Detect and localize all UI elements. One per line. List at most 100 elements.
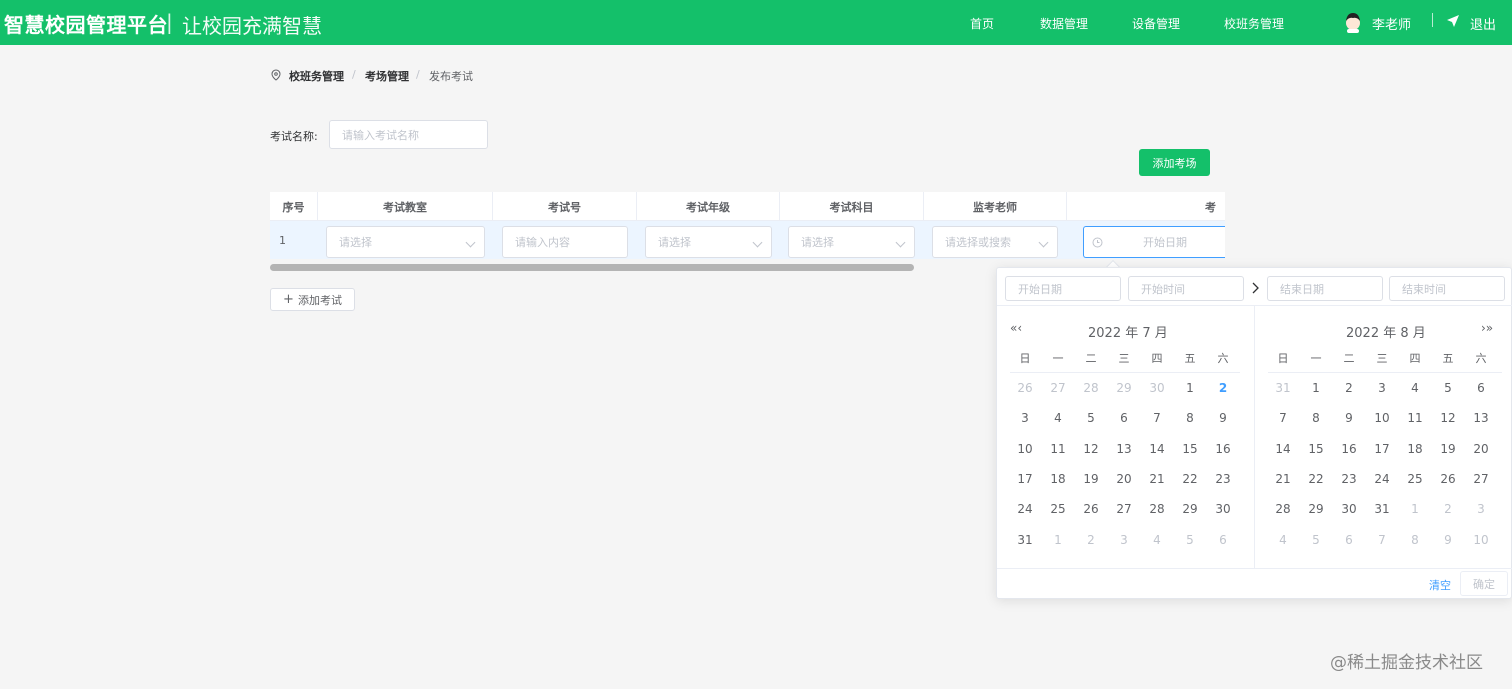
user-name[interactable]: 李老师 xyxy=(1372,14,1411,33)
left-calendar-day[interactable]: 5 xyxy=(1175,533,1205,547)
right-calendar-day[interactable]: 7 xyxy=(1268,411,1298,425)
left-calendar-day[interactable]: 28 xyxy=(1076,381,1106,395)
logout-link[interactable]: 退出 xyxy=(1470,14,1496,33)
right-calendar-day[interactable]: 6 xyxy=(1334,533,1364,547)
right-calendar-day[interactable]: 27 xyxy=(1466,472,1496,486)
left-calendar-day[interactable]: 26 xyxy=(1010,381,1040,395)
right-calendar-day[interactable]: 1 xyxy=(1301,381,1331,395)
picker-end-time-input[interactable]: 结束时间 xyxy=(1389,276,1505,301)
left-calendar-day[interactable]: 22 xyxy=(1175,472,1205,486)
left-calendar-day[interactable]: 29 xyxy=(1109,381,1139,395)
right-calendar-day[interactable]: 3 xyxy=(1367,381,1397,395)
left-calendar-day[interactable]: 27 xyxy=(1109,502,1139,516)
left-calendar-day[interactable]: 26 xyxy=(1076,502,1106,516)
left-calendar-day[interactable]: 17 xyxy=(1010,472,1040,486)
left-calendar-day[interactable]: 18 xyxy=(1043,472,1073,486)
right-calendar-day[interactable]: 18 xyxy=(1400,442,1430,456)
right-calendar-day[interactable]: 20 xyxy=(1466,442,1496,456)
right-calendar-day[interactable]: 14 xyxy=(1268,442,1298,456)
left-calendar-day[interactable]: 6 xyxy=(1208,533,1238,547)
left-calendar-day[interactable]: 3 xyxy=(1109,533,1139,547)
exam-number-input[interactable]: 请输入内容 xyxy=(502,226,628,258)
left-calendar-day[interactable]: 15 xyxy=(1175,442,1205,456)
subject-select[interactable]: 请选择 xyxy=(788,226,915,258)
right-calendar-day[interactable]: 22 xyxy=(1301,472,1331,486)
right-calendar-day[interactable]: 3 xyxy=(1466,502,1496,516)
right-calendar-day[interactable]: 31 xyxy=(1268,381,1298,395)
left-calendar-day[interactable]: 28 xyxy=(1142,502,1172,516)
clear-button[interactable]: 清空 xyxy=(1429,577,1451,593)
picker-end-date-input[interactable]: 结束日期 xyxy=(1267,276,1383,301)
right-calendar-day[interactable]: 10 xyxy=(1466,533,1496,547)
add-exam-button[interactable]: + 添加考试 xyxy=(270,288,355,311)
picker-start-date-input[interactable]: 开始日期 xyxy=(1005,276,1121,301)
right-calendar-day[interactable]: 12 xyxy=(1433,411,1463,425)
right-calendar-day[interactable]: 13 xyxy=(1466,411,1496,425)
breadcrumb-item-exam-room[interactable]: 考场管理 xyxy=(365,68,409,84)
right-calendar-day[interactable]: 7 xyxy=(1367,533,1397,547)
left-calendar-day[interactable]: 1 xyxy=(1043,533,1073,547)
right-calendar-day[interactable]: 25 xyxy=(1400,472,1430,486)
left-calendar-day[interactable]: 21 xyxy=(1142,472,1172,486)
left-calendar-day[interactable]: 6 xyxy=(1109,411,1139,425)
right-calendar-day[interactable]: 8 xyxy=(1400,533,1430,547)
room-select[interactable]: 请选择 xyxy=(326,226,485,258)
breadcrumb-item-class-affairs[interactable]: 校班务管理 xyxy=(289,68,344,84)
right-calendar-day[interactable]: 30 xyxy=(1334,502,1364,516)
right-calendar-day[interactable]: 21 xyxy=(1268,472,1298,486)
left-calendar-day[interactable]: 11 xyxy=(1043,442,1073,456)
right-calendar-day[interactable]: 16 xyxy=(1334,442,1364,456)
left-calendar-day[interactable]: 8 xyxy=(1175,411,1205,425)
left-calendar-day[interactable]: 30 xyxy=(1208,502,1238,516)
right-calendar-day[interactable]: 17 xyxy=(1367,442,1397,456)
right-calendar-day[interactable]: 29 xyxy=(1301,502,1331,516)
right-calendar-day[interactable]: 5 xyxy=(1433,381,1463,395)
left-calendar-day[interactable]: 25 xyxy=(1043,502,1073,516)
right-calendar-day[interactable]: 23 xyxy=(1334,472,1364,486)
left-calendar-day[interactable]: 19 xyxy=(1076,472,1106,486)
right-calendar-day[interactable]: 2 xyxy=(1334,381,1364,395)
scrollbar-thumb[interactable] xyxy=(270,264,914,271)
left-calendar-day[interactable]: 3 xyxy=(1010,411,1040,425)
left-calendar-day[interactable]: 29 xyxy=(1175,502,1205,516)
left-calendar-day[interactable]: 9 xyxy=(1208,411,1238,425)
left-calendar-day[interactable]: 4 xyxy=(1043,411,1073,425)
confirm-button[interactable]: 确定 xyxy=(1460,571,1508,596)
left-calendar-day[interactable]: 2 xyxy=(1076,533,1106,547)
add-exam-room-button[interactable]: 添加考场 xyxy=(1139,149,1210,176)
exam-name-input[interactable]: 请输入考试名称 xyxy=(329,120,488,149)
right-calendar-day[interactable]: 15 xyxy=(1301,442,1331,456)
left-calendar-day[interactable]: 4 xyxy=(1142,533,1172,547)
grade-select[interactable]: 请选择 xyxy=(645,226,772,258)
left-calendar-day[interactable]: 31 xyxy=(1010,533,1040,547)
left-calendar-day[interactable]: 12 xyxy=(1076,442,1106,456)
left-calendar-day[interactable]: 10 xyxy=(1010,442,1040,456)
avatar[interactable] xyxy=(1343,11,1363,33)
picker-start-time-input[interactable]: 开始时间 xyxy=(1128,276,1244,301)
right-calendar-day[interactable]: 31 xyxy=(1367,502,1397,516)
nav-device-management[interactable]: 设备管理 xyxy=(1132,15,1180,32)
prev-year-month-icon[interactable]: «‹ xyxy=(1010,321,1022,335)
right-calendar-day[interactable]: 11 xyxy=(1400,411,1430,425)
right-calendar-day[interactable]: 4 xyxy=(1400,381,1430,395)
left-calendar-day[interactable]: 24 xyxy=(1010,502,1040,516)
left-calendar-day[interactable]: 1 xyxy=(1175,381,1205,395)
left-calendar-day[interactable]: 13 xyxy=(1109,442,1139,456)
right-calendar-day[interactable]: 19 xyxy=(1433,442,1463,456)
next-month-year-icon[interactable]: ›» xyxy=(1481,321,1493,335)
nav-data-management[interactable]: 数据管理 xyxy=(1040,15,1088,32)
right-calendar-day[interactable]: 24 xyxy=(1367,472,1397,486)
right-calendar-day[interactable]: 8 xyxy=(1301,411,1331,425)
left-calendar-day[interactable]: 5 xyxy=(1076,411,1106,425)
left-calendar-day[interactable]: 7 xyxy=(1142,411,1172,425)
right-calendar-day[interactable]: 10 xyxy=(1367,411,1397,425)
nav-class-affairs-management[interactable]: 校班务管理 xyxy=(1224,15,1284,32)
right-calendar-day[interactable]: 6 xyxy=(1466,381,1496,395)
right-calendar-day[interactable]: 5 xyxy=(1301,533,1331,547)
left-calendar-day[interactable]: 23 xyxy=(1208,472,1238,486)
send-icon[interactable] xyxy=(1446,14,1460,28)
right-calendar-day[interactable]: 9 xyxy=(1433,533,1463,547)
right-calendar-day[interactable]: 4 xyxy=(1268,533,1298,547)
right-calendar-day[interactable]: 26 xyxy=(1433,472,1463,486)
right-calendar-day[interactable]: 2 xyxy=(1433,502,1463,516)
